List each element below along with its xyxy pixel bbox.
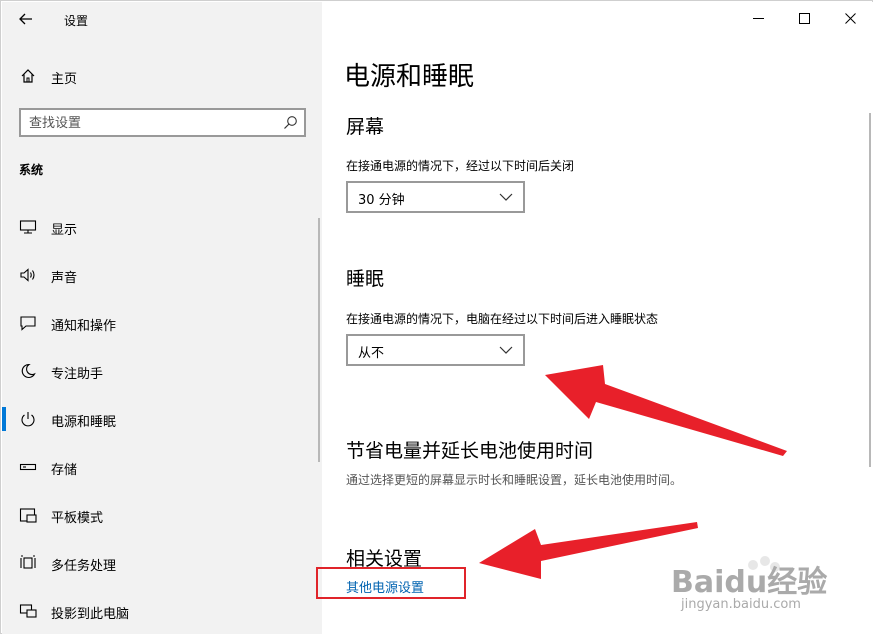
sidebar-item-label: 专注助手: [51, 367, 104, 382]
sidebar-item-label: 显示: [51, 223, 78, 238]
back-arrow-icon: [19, 13, 32, 25]
screen-timeout-dropdown[interactable]: 30 分钟: [346, 181, 525, 213]
content-scrollbar[interactable]: [869, 113, 871, 467]
sidebar-item-label: 存储: [51, 463, 78, 478]
sidebar-item-label: 投影到此电脑: [51, 607, 130, 622]
screen-description: 在接通电源的情况下，经过以下时间后关闭: [346, 159, 575, 173]
sidebar-item-focus-assist[interactable]: 专注助手: [2, 351, 322, 391]
settings-window: 设置 主页 系统 显示: [0, 0, 873, 634]
sidebar-item-label: 平板模式: [51, 511, 104, 526]
watermark-url: jingyan.baidu.com: [681, 597, 801, 612]
screen-heading: 屏幕: [346, 116, 385, 138]
maximize-icon: [798, 12, 810, 24]
battery-description: 通过选择更短的屏幕显示时长和睡眠设置，延长电池使用时间。: [346, 473, 683, 487]
sleep-timeout-value: 从不: [358, 346, 385, 361]
storage-icon: [19, 463, 37, 471]
sidebar-item-label: 电源和睡眠: [51, 415, 117, 430]
minimize-button[interactable]: [735, 2, 781, 34]
close-button[interactable]: [827, 2, 873, 34]
sleep-description: 在接通电源的情况下，电脑在经过以下时间后进入睡眠状态: [346, 312, 659, 326]
sidebar-item-project[interactable]: 投影到此电脑: [2, 591, 322, 631]
home-icon: [21, 69, 35, 83]
close-icon: [844, 12, 856, 24]
page-title: 电源和睡眠: [344, 62, 475, 92]
back-button[interactable]: [12, 8, 40, 30]
screen-timeout-value: 30 分钟: [358, 193, 405, 208]
maximize-button[interactable]: [781, 2, 827, 34]
notification-icon: [20, 316, 36, 331]
sidebar-item-sound[interactable]: 声音: [2, 255, 322, 295]
sidebar-scrollbar[interactable]: [318, 218, 320, 462]
active-indicator: [2, 407, 6, 431]
titlebar-left: 设置: [2, 2, 322, 36]
sidebar-item-label: 通知和操作: [51, 319, 117, 334]
moon-icon: [21, 363, 36, 378]
project-icon: [19, 604, 37, 618]
sidebar-item-notifications[interactable]: 通知和操作: [2, 303, 322, 343]
multitask-icon: [20, 555, 36, 569]
search-icon[interactable]: [283, 115, 298, 130]
additional-power-settings-link[interactable]: 其他电源设置: [346, 577, 424, 596]
search-input[interactable]: [29, 114, 279, 132]
sleep-heading: 睡眠: [346, 268, 385, 290]
sidebar: 设置 主页 系统 显示: [2, 2, 322, 634]
sidebar-item-tablet-mode[interactable]: 平板模式: [2, 495, 322, 535]
battery-heading: 节省电量并延长电池使用时间: [346, 440, 594, 462]
watermark-brand: Baidu经验: [671, 565, 828, 600]
section-label-system: 系统: [19, 163, 44, 177]
power-icon: [21, 412, 35, 427]
sleep-timeout-dropdown[interactable]: 从不: [346, 334, 525, 366]
window-controls: [735, 2, 873, 34]
sidebar-item-storage[interactable]: 存储: [2, 447, 322, 487]
sidebar-item-power-sleep[interactable]: 电源和睡眠: [2, 399, 322, 439]
sidebar-item-multitasking[interactable]: 多任务处理: [2, 543, 322, 583]
sidebar-item-label: 声音: [51, 271, 78, 286]
app-title: 设置: [64, 14, 89, 28]
chevron-down-icon: [499, 346, 513, 354]
minimize-icon: [752, 17, 764, 19]
speaker-icon: [20, 268, 35, 282]
sidebar-item-label: 多任务处理: [51, 559, 117, 574]
tablet-icon: [19, 508, 37, 523]
sidebar-item-home[interactable]: 主页: [2, 60, 322, 92]
monitor-icon: [19, 220, 37, 234]
content-pane: 电源和睡眠 屏幕 在接通电源的情况下，经过以下时间后关闭 30 分钟 睡眠 在接…: [322, 2, 873, 634]
sidebar-item-display[interactable]: 显示: [2, 207, 322, 247]
chevron-down-icon: [499, 193, 513, 201]
search-box[interactable]: [19, 108, 306, 137]
home-label: 主页: [51, 72, 78, 87]
